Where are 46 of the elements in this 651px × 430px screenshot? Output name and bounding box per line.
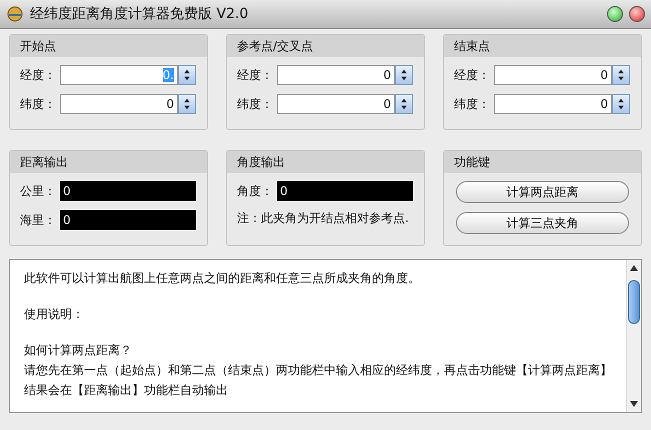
calculate-button[interactable]: 计算两点距离 — [456, 181, 629, 203]
spin-button[interactable] — [612, 65, 630, 85]
number-field[interactable]: 0 — [60, 94, 178, 114]
scroll-up-icon[interactable] — [630, 264, 638, 272]
instructions-text-area[interactable]: 此软件可以计算出航图上任意两点之间的距离和任意三点所成夹角的角度。 使用说明： 如何计算两点距离？ 请您先在第一点（起始点）和第二点（结束点）两功能栏中输入相应的经纬度，再点击功能键【计算两点距离】 结果会在【距离输出】功能栏自动输出 — [9, 259, 642, 413]
group-title: 参考点/交叉点 — [227, 35, 424, 57]
instruction-line: 此软件可以计算出航图上任意两点之间的距离和任意三点所成夹角的角度。 — [24, 270, 421, 287]
calculate-button[interactable]: 计算三点夹角 — [456, 212, 629, 234]
number-field[interactable]: 0 — [494, 65, 612, 85]
instruction-line: 请您先在第一点（起始点）和第二点（结束点）两功能栏中输入相应的经纬度，再点击功能键【计算两点距离】 — [24, 362, 612, 379]
output-field[interactable]: 0 — [60, 181, 196, 201]
number-field[interactable]: 0 — [277, 65, 395, 85]
instruction-line: 结果会在【距离输出】功能栏自动输出 — [24, 382, 229, 399]
scroll-down-icon[interactable] — [630, 400, 638, 408]
scroll-thumb[interactable] — [628, 280, 640, 324]
group-title: 结束点 — [444, 35, 641, 57]
close-button[interactable] — [629, 6, 645, 22]
group-title: 距离输出 — [10, 151, 207, 173]
window-title: 经纬度距离角度计算器免费版 V2.0 — [30, 5, 250, 23]
spin-button[interactable] — [395, 65, 413, 85]
group-title: 角度输出 — [227, 151, 424, 173]
group-title: 开始点 — [10, 35, 207, 57]
output-field[interactable]: 0 — [60, 210, 196, 230]
number-field[interactable]: 0 — [277, 94, 395, 114]
field-label: 角度： — [237, 182, 274, 200]
instruction-line: 使用说明： — [24, 306, 85, 323]
spin-button[interactable] — [612, 94, 630, 114]
field-label: 海里： — [20, 212, 57, 228]
spin-button[interactable] — [178, 65, 196, 85]
maximize-button[interactable] — [607, 6, 623, 22]
instruction-line: 如何计算两点距离？ — [24, 342, 133, 359]
group-title: 功能键 — [444, 151, 641, 173]
scrollbar[interactable] — [626, 260, 641, 412]
app-icon — [6, 5, 24, 23]
output-field[interactable]: 0 — [277, 181, 413, 201]
note-text: 注：此夹角为开结点相对参考点. — [237, 210, 410, 227]
spin-button[interactable] — [178, 94, 196, 114]
field-label: 经度： — [454, 66, 491, 84]
spin-button[interactable] — [395, 94, 413, 114]
number-field[interactable]: 0 — [494, 94, 612, 114]
field-label: 公里： — [20, 182, 57, 200]
field-label: 经度： — [237, 66, 274, 84]
field-label: 经度： — [20, 66, 57, 84]
field-label: 纬度： — [20, 96, 57, 112]
field-label: 纬度： — [237, 96, 274, 112]
field-label: 纬度： — [454, 96, 491, 112]
